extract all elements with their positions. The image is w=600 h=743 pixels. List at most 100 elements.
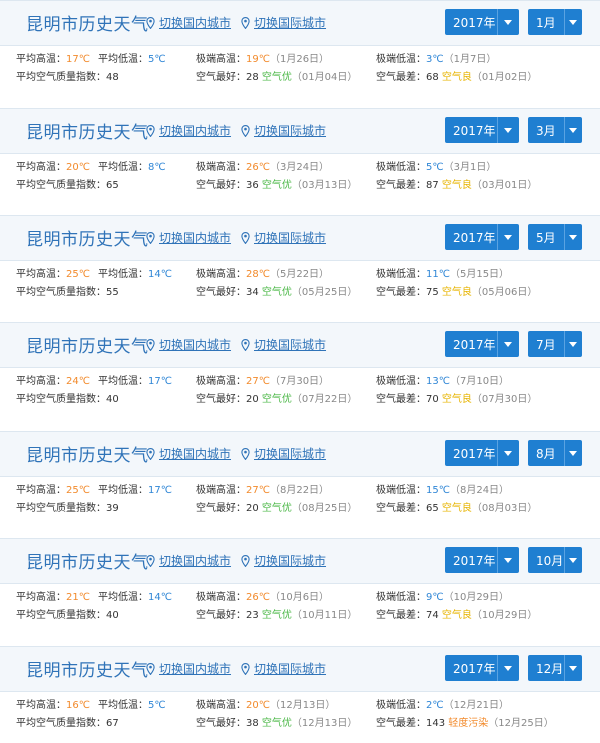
avg-low-stat: 平均低温：17℃ — [98, 372, 172, 387]
switch-domestic-city-link[interactable]: 切换国内城市 — [146, 552, 231, 569]
panel-header: 昆明市历史天气 切换国内城市 切换国际城市 2017年 12月 — [0, 646, 600, 692]
extreme-high-date: （3月24日） — [269, 162, 330, 173]
air-best-value: 36 — [246, 180, 259, 191]
map-pin-icon — [241, 125, 250, 137]
avg-aqi-label: 平均空气质量指数： — [16, 287, 106, 298]
extreme-low-stat: 极端低温：5℃（3月1日） — [376, 158, 496, 173]
switch-domestic-city-label: 切换国内城市 — [159, 231, 232, 245]
year-dropdown[interactable]: 2017年 — [445, 547, 519, 573]
switch-domestic-city-label: 切换国内城市 — [159, 124, 232, 138]
dropdown-divider — [497, 9, 498, 35]
extreme-high-date: （7月30日） — [269, 376, 330, 387]
air-worst-level: 空气良 — [441, 287, 472, 298]
year-dropdown[interactable]: 2017年 — [445, 9, 519, 35]
avg-high-label: 平均高温： — [16, 162, 66, 173]
switch-domestic-city-link[interactable]: 切换国内城市 — [146, 336, 231, 353]
panel-header: 昆明市历史天气 切换国内城市 切换国际城市 2017年 10月 — [0, 538, 600, 584]
caret-down-icon — [569, 558, 577, 563]
year-dropdown[interactable]: 2017年 — [445, 440, 519, 466]
month-dropdown[interactable]: 12月 — [528, 655, 582, 681]
air-worst-label: 空气最差： — [376, 72, 426, 83]
avg-high-stat: 平均高温：21℃ — [16, 588, 90, 603]
avg-aqi-label: 平均空气质量指数： — [16, 503, 106, 514]
year-dropdown[interactable]: 2017年 — [445, 655, 519, 681]
air-worst-date: （08月03日） — [471, 503, 538, 514]
caret-down-icon — [504, 128, 512, 133]
extreme-high-label: 极端高温： — [196, 376, 246, 387]
air-worst-stat: 空气最差：65 空气良（08月03日） — [376, 499, 537, 514]
month-dropdown-value: 1月 — [536, 16, 556, 30]
month-dropdown[interactable]: 3月 — [528, 117, 582, 143]
extreme-low-value: 5℃ — [426, 162, 444, 173]
month-dropdown[interactable]: 5月 — [528, 224, 582, 250]
air-worst-stat: 空气最差：143 轻度污染（12月25日） — [376, 714, 554, 729]
month-dropdown-value: 5月 — [536, 231, 556, 245]
extreme-low-value: 9℃ — [426, 592, 444, 603]
switch-international-city-link[interactable]: 切换国际城市 — [241, 229, 326, 246]
switch-international-city-link[interactable]: 切换国际城市 — [241, 14, 326, 31]
avg-low-stat: 平均低温：8℃ — [98, 158, 166, 173]
caret-down-icon — [569, 128, 577, 133]
extreme-low-date: （7月10日） — [449, 376, 510, 387]
switch-domestic-city-link[interactable]: 切换国内城市 — [146, 14, 231, 31]
extreme-high-date: （8月22日） — [269, 485, 330, 496]
air-worst-date: （01月02日） — [471, 72, 538, 83]
caret-down-icon — [569, 666, 577, 671]
month-dropdown-value: 10月 — [536, 554, 564, 568]
year-dropdown[interactable]: 2017年 — [445, 331, 519, 357]
switch-domestic-city-link[interactable]: 切换国内城市 — [146, 122, 231, 139]
air-best-date: （08月25日） — [291, 503, 358, 514]
switch-domestic-city-link[interactable]: 切换国内城市 — [146, 445, 231, 462]
month-dropdown-value: 12月 — [536, 662, 564, 676]
extreme-high-stat: 极端高温：26℃（10月6日） — [196, 588, 329, 603]
avg-high-stat: 平均高温：24℃ — [16, 372, 90, 387]
switch-international-city-link[interactable]: 切换国际城市 — [241, 336, 326, 353]
switch-international-city-label: 切换国际城市 — [254, 124, 327, 138]
avg-high-value: 17℃ — [66, 54, 90, 65]
year-dropdown[interactable]: 2017年 — [445, 224, 519, 250]
month-dropdown[interactable]: 1月 — [528, 9, 582, 35]
switch-domestic-city-link[interactable]: 切换国内城市 — [146, 660, 231, 677]
month-dropdown[interactable]: 10月 — [528, 547, 582, 573]
switch-international-city-link[interactable]: 切换国际城市 — [241, 122, 326, 139]
avg-low-value: 5℃ — [148, 54, 166, 65]
switch-international-city-link[interactable]: 切换国际城市 — [241, 660, 326, 677]
avg-low-stat: 平均低温：14℃ — [98, 265, 172, 280]
air-best-stat: 空气最好：20 空气优（07月22日） — [196, 390, 357, 405]
air-best-label: 空气最好： — [196, 72, 246, 83]
switch-international-city-link[interactable]: 切换国际城市 — [241, 552, 326, 569]
dropdown-divider — [497, 547, 498, 573]
extreme-low-stat: 极端低温：9℃（10月29日） — [376, 588, 509, 603]
avg-aqi-value: 65 — [106, 180, 119, 191]
avg-high-stat: 平均高温：25℃ — [16, 265, 90, 280]
avg-low-value: 8℃ — [148, 162, 166, 173]
air-worst-value: 143 — [426, 718, 446, 729]
avg-high-value: 20℃ — [66, 162, 90, 173]
extreme-high-value: 27℃ — [246, 376, 270, 387]
avg-high-stat: 平均高温：17℃ — [16, 50, 90, 65]
extreme-high-stat: 极端高温：28℃（5月22日） — [196, 265, 329, 280]
switch-domestic-city-label: 切换国内城市 — [159, 554, 232, 568]
air-best-date: （01月04日） — [291, 72, 358, 83]
month-dropdown[interactable]: 8月 — [528, 440, 582, 466]
year-dropdown[interactable]: 2017年 — [445, 117, 519, 143]
air-best-value: 38 — [246, 718, 259, 729]
switch-domestic-city-label: 切换国内城市 — [159, 447, 232, 461]
air-best-label: 空气最好： — [196, 394, 246, 405]
air-worst-label: 空气最差： — [376, 287, 426, 298]
air-worst-value: 68 — [426, 72, 439, 83]
avg-high-value: 24℃ — [66, 376, 90, 387]
dropdown-divider — [497, 655, 498, 681]
switch-international-city-link[interactable]: 切换国际城市 — [241, 445, 326, 462]
month-dropdown[interactable]: 7月 — [528, 331, 582, 357]
city-title: 昆明市历史天气 — [26, 446, 149, 466]
avg-aqi-label: 平均空气质量指数： — [16, 180, 106, 191]
avg-aqi-value: 40 — [106, 610, 119, 621]
avg-aqi-value: 39 — [106, 503, 119, 514]
map-pin-icon — [241, 232, 250, 244]
extreme-low-label: 极端低温： — [376, 485, 426, 496]
avg-aqi-label: 平均空气质量指数： — [16, 72, 106, 83]
avg-aqi-stat: 平均空气质量指数：67 — [16, 714, 119, 729]
air-best-level: 空气优 — [261, 718, 292, 729]
switch-domestic-city-link[interactable]: 切换国内城市 — [146, 229, 231, 246]
